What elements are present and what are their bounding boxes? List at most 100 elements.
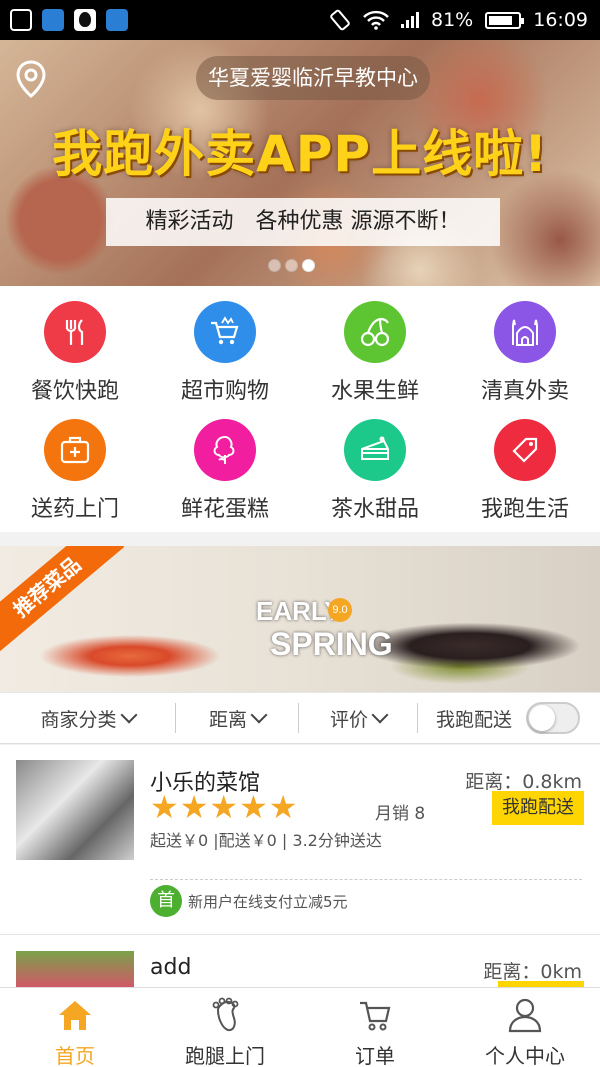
- shop-distance: 距离：0km: [483, 961, 582, 983]
- banner-subline: 精彩活动 各种优惠 源源不断！: [106, 198, 500, 246]
- wifi-icon: [363, 10, 389, 30]
- divider: [150, 879, 582, 880]
- vibrate-icon: [330, 9, 350, 31]
- tag-icon: [512, 437, 538, 463]
- category-label: 清真外卖: [480, 379, 569, 404]
- recommended-dishes-banner[interactable]: 推荐菜品 EARLY SPRING 9.0: [0, 546, 600, 692]
- category-flower-cake[interactable]: 鲜花蛋糕: [150, 404, 300, 522]
- shop-card[interactable]: 小乐的菜馆 距离：0.8km ★ ★ ★ ★ ★ 月销 8 我跑配送 起送￥0 …: [0, 745, 600, 935]
- star-icon: ★: [209, 788, 239, 826]
- flower-icon: [213, 435, 235, 464]
- filter-label: 商家分类: [40, 708, 117, 731]
- qq-icon: [74, 9, 96, 31]
- shop-thumbnail: [16, 951, 134, 987]
- category-icon-bg: [494, 419, 556, 481]
- category-label: 鲜花蛋糕: [180, 497, 269, 522]
- filter-category-dropdown[interactable]: 商家分类: [0, 692, 175, 744]
- filter-label: 距离: [208, 708, 247, 731]
- footprint-icon: [212, 997, 239, 1032]
- location-pin-icon[interactable]: [16, 60, 46, 98]
- app-notification-icon: [106, 9, 128, 31]
- shop-list: 小乐的菜馆 距离：0.8km ★ ★ ★ ★ ★ 月销 8 我跑配送 起送￥0 …: [0, 745, 600, 987]
- cherry-icon: [360, 317, 390, 347]
- promo-banner[interactable]: 华夏爱婴临沂早教中心 我跑外卖APP上线啦! 精彩活动 各种优惠 源源不断！: [0, 40, 600, 286]
- bottom-nav: 首页 跑腿上门 订单 个人中心: [0, 987, 600, 1067]
- filter-label: 评价: [329, 708, 368, 731]
- user-icon: [508, 998, 542, 1033]
- promo-text-spring: SPRING: [270, 626, 393, 662]
- category-label: 超市购物: [180, 379, 269, 404]
- category-label: 我跑生活: [480, 497, 569, 522]
- current-store-name[interactable]: 华夏爱婴临沂早教中心: [196, 56, 430, 100]
- delivery-info: 起送￥0 |配送￥0 | 3.2分钟送达: [150, 831, 382, 850]
- filter-self-delivery: 我跑配送: [418, 692, 598, 744]
- nav-home[interactable]: 首页: [0, 988, 150, 1067]
- nav-errand[interactable]: 跑腿上门: [150, 988, 300, 1067]
- mosque-icon: [512, 319, 538, 346]
- category-fruit[interactable]: 水果生鲜: [300, 286, 450, 404]
- category-label: 茶水甜品: [330, 497, 419, 522]
- self-delivery-toggle[interactable]: [526, 702, 580, 734]
- nav-orders[interactable]: 订单: [300, 988, 450, 1067]
- home-icon: [59, 1001, 91, 1030]
- shopping-cart-icon: [211, 316, 239, 345]
- new-user-promo: 首 新用户在线支付立减5元: [150, 885, 348, 917]
- shop-distance: 距离：0.8km: [465, 771, 582, 793]
- shop-thumbnail: [16, 760, 134, 860]
- clock: 16:09: [533, 9, 588, 31]
- star-icon: ★: [179, 788, 209, 826]
- category-medicine[interactable]: 送药上门: [0, 404, 150, 522]
- nav-label: 首页: [55, 1044, 95, 1067]
- status-bar: 81% 16:09: [0, 0, 600, 40]
- category-tea-dessert[interactable]: 茶水甜品: [300, 404, 450, 522]
- monthly-sales: 月销 8: [375, 804, 426, 824]
- cake-icon: [361, 436, 389, 460]
- pagination-dot-active[interactable]: [302, 259, 315, 272]
- promo-badge: 9.0: [328, 598, 352, 622]
- category-label: 送药上门: [30, 497, 119, 522]
- screenshot-icon: [10, 9, 32, 31]
- filter-rating-dropdown[interactable]: 评价: [299, 692, 417, 744]
- nav-label: 跑腿上门: [185, 1044, 265, 1067]
- rating-stars: ★ ★ ★ ★ ★: [150, 791, 297, 823]
- pagination-dot[interactable]: [285, 259, 298, 272]
- nav-label: 订单: [355, 1044, 395, 1067]
- category-icon-bg: [194, 419, 256, 481]
- self-delivery-tag: 我跑配送: [492, 791, 584, 825]
- nav-profile[interactable]: 个人中心: [450, 988, 600, 1067]
- recommended-ribbon: 推荐菜品: [0, 546, 125, 657]
- chevron-down-icon: [371, 706, 389, 724]
- category-halal[interactable]: 清真外卖: [450, 286, 600, 404]
- category-supermarket[interactable]: 超市购物: [150, 286, 300, 404]
- category-icon-bg: [344, 419, 406, 481]
- filter-label: 我跑配送: [435, 708, 512, 731]
- category-icon-bg: [44, 301, 106, 363]
- nav-label: 个人中心: [485, 1044, 565, 1067]
- chevron-down-icon: [120, 706, 137, 724]
- star-icon: ★: [239, 788, 268, 826]
- app-notification-icon: [42, 9, 64, 31]
- chevron-down-icon: [250, 706, 268, 724]
- first-order-badge: 首: [150, 885, 182, 917]
- category-food[interactable]: 餐饮快跑: [0, 286, 150, 404]
- category-icon-bg: [194, 301, 256, 363]
- category-label: 餐饮快跑: [30, 379, 119, 404]
- shop-name: add: [150, 955, 192, 980]
- filter-bar: 商家分类 距离 评价 我跑配送: [0, 692, 600, 744]
- star-icon: ★: [150, 788, 179, 826]
- cart-icon: [360, 1001, 391, 1031]
- category-life[interactable]: 我跑生活: [450, 404, 600, 522]
- category-icon-bg: [344, 301, 406, 363]
- category-icon-bg: [494, 301, 556, 363]
- category-grid: 餐饮快跑 超市购物 水果生鲜 清真外卖 送药上门 鲜花蛋糕 茶水甜品 我跑生活: [0, 286, 600, 532]
- category-icon-bg: [44, 419, 106, 481]
- filter-distance-dropdown[interactable]: 距离: [176, 692, 298, 744]
- promo-text: 新用户在线支付立减5元: [188, 892, 348, 911]
- category-label: 水果生鲜: [330, 379, 419, 404]
- pagination-dot[interactable]: [268, 259, 281, 272]
- shop-card[interactable]: add 距离：0km: [0, 935, 600, 987]
- banner-pagination: [268, 259, 315, 272]
- scalloped-divider: [0, 520, 600, 540]
- star-icon: ★: [268, 788, 298, 826]
- battery-percent: 81%: [431, 9, 474, 31]
